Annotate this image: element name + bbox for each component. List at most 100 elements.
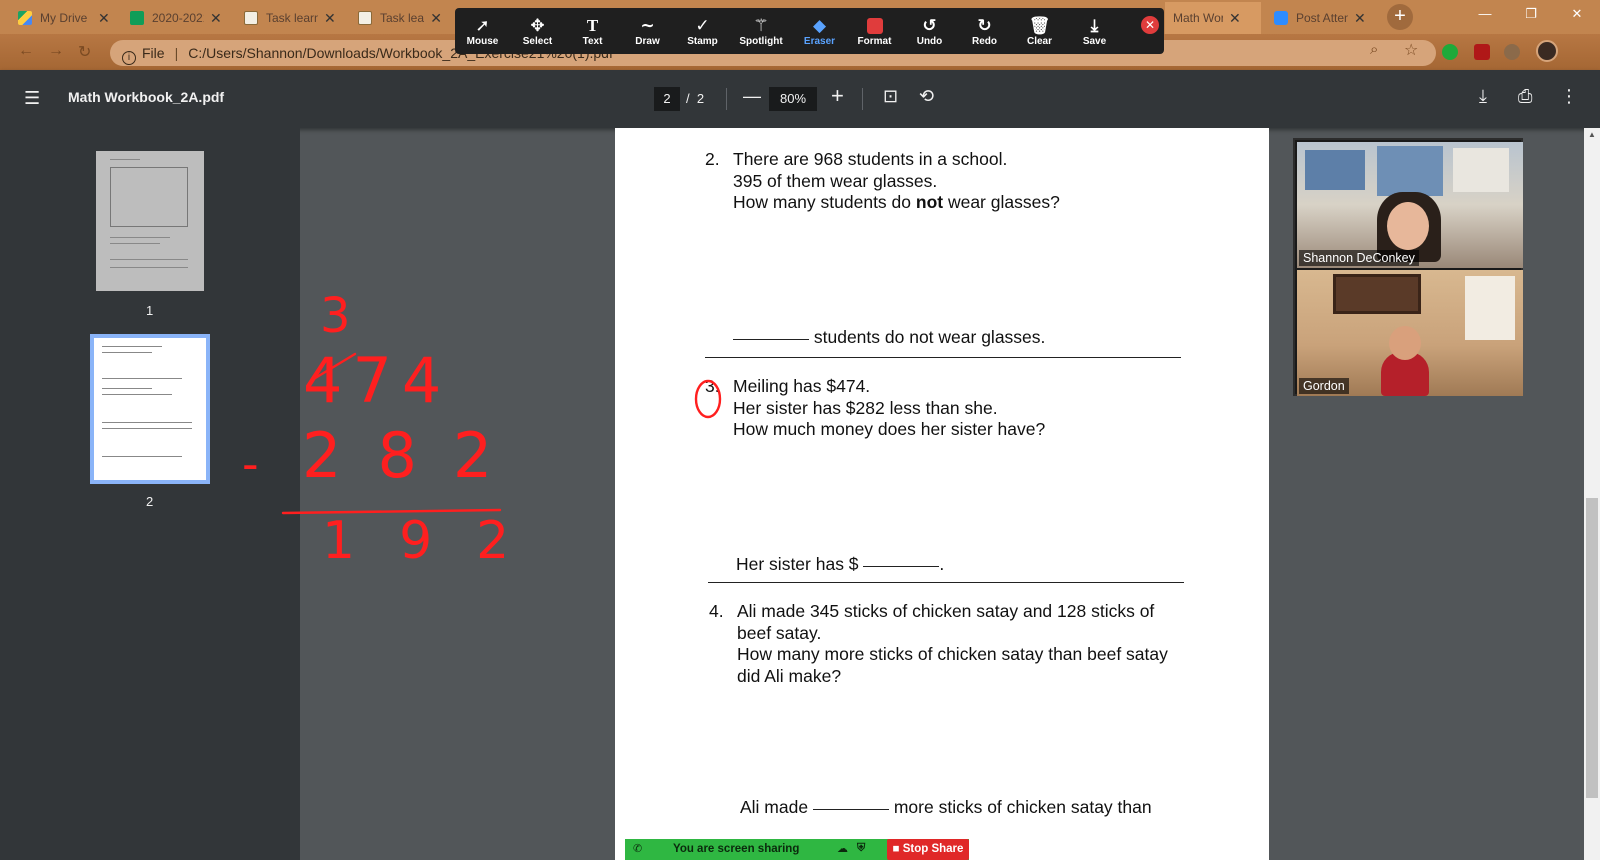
close-annotation-icon[interactable]: ✕ [1141,16,1159,34]
screen-share-bar: ✆ You are screen sharing ☁ ⛨ ■ Stop Shar… [625,839,969,860]
tab-math-workbook[interactable]: Math Workbook ✕ [1165,2,1261,34]
participant-name: Gordon [1299,378,1349,394]
window-blinds [1465,276,1515,340]
redo-icon: ↻ [977,15,992,35]
question-line: Her sister has $282 less than she. [733,397,998,418]
minuend-number: 474 [303,344,451,417]
tab-title: My Drive [40,11,88,25]
tool-stamp[interactable]: ✓ Stamp [675,8,730,54]
download-icon[interactable]: ⤓ [1479,86,1487,107]
back-icon[interactable]: ← [18,42,34,60]
answer-text: more sticks of chicken satay than [893,797,1152,817]
window-close-icon[interactable]: ✕ [1554,0,1600,30]
answer-text: Ali made [740,797,809,817]
tab-2020-2021[interactable]: 2020-2021 ✕ [122,2,234,34]
tool-label: Save [1082,35,1107,47]
tab-task-learning[interactable]: Task learning ✕ [236,2,348,34]
extension-icon[interactable] [1442,44,1458,60]
video-tile-shannon[interactable]: Shannon DeConkey [1297,142,1523,268]
answer-blank[interactable] [733,339,809,340]
thumb-text-line [110,259,188,260]
annotation-toolbar: ➚ Mouse ✥ Select T Text ∼ Draw ✓ Stamp ⚚ Spotl… [455,8,1164,54]
zoom-lens-icon[interactable]: ⌕ [1370,41,1378,58]
answer-blank[interactable] [863,566,940,567]
tool-clear[interactable]: 🗑 Clear [1012,8,1067,54]
fit-page-icon[interactable]: ⊡ [883,86,898,107]
doc-icon [358,11,372,25]
scroll-up-icon[interactable]: ▲ [1588,130,1596,139]
hamburger-menu-icon[interactable]: ☰ [24,88,40,109]
tab-post-attendee[interactable]: Post Attendee ✕ [1266,2,1378,34]
scrollbar-thumb[interactable] [1586,498,1598,798]
stop-share-button[interactable]: ■ Stop Share [887,839,969,860]
thumbnail-sidebar: 1 2 [0,128,300,860]
subtrahend-number: 282 [302,419,528,492]
save-download-icon: ⤓ [1090,15,1099,35]
close-icon[interactable]: ✕ [1229,10,1241,27]
answer-line-3: Her sister has $ . [736,554,944,576]
thumbnail-label-1: 1 [146,303,154,318]
rotate-icon[interactable]: ⟲ [919,86,934,107]
checkmark-icon: ✓ [695,15,710,35]
wall-picture [1333,274,1421,314]
question-line: How much money does her sister have? [733,419,1046,439]
close-icon[interactable]: ✕ [210,10,222,27]
answer-blank[interactable] [812,809,889,810]
question-2: There are 968 students in a school. 395 … [733,149,1060,214]
video-tile-gordon[interactable]: Gordon [1297,270,1523,396]
tool-mouse[interactable]: ➚ Mouse [455,8,510,54]
participant-panel: Shannon DeConkey Gordon [1293,138,1523,396]
reload-icon[interactable]: ↻ [78,42,91,62]
ublock-icon[interactable] [1474,44,1490,60]
tool-select[interactable]: ✥ Select [510,8,565,54]
thumb-text-line [102,422,192,423]
zoom-in-icon[interactable]: + [831,83,844,109]
new-tab-button[interactable]: + [1387,4,1413,30]
tool-eraser[interactable]: ◆ Eraser [792,8,847,54]
share-status: You are screen sharing [673,843,800,855]
page-number-input[interactable]: 2 [654,87,680,111]
tab-task-learning-2[interactable]: Task learning ✕ [350,2,450,34]
close-icon[interactable]: ✕ [1354,10,1366,27]
tool-text[interactable]: T Text [565,8,620,54]
tool-draw[interactable]: ∼ Draw [620,8,675,54]
close-icon[interactable]: ✕ [430,10,442,27]
answer-text: Her sister has $ [736,554,859,574]
undo-icon: ↺ [922,15,937,35]
person-face [1387,202,1429,250]
info-icon[interactable]: i [122,51,136,65]
close-icon[interactable]: ✕ [98,10,110,27]
page-thumbnail-1[interactable] [96,151,204,291]
pdf-title: Math Workbook_2A.pdf [68,89,225,105]
tab-title: Task learning [380,11,425,25]
tool-format[interactable]: Format [847,8,902,54]
zoom-out-icon[interactable]: — [743,86,761,107]
restore-icon[interactable]: ❐ [1508,0,1554,30]
extension-puzzle-icon[interactable] [1504,44,1520,60]
tab-my-drive[interactable]: My Drive ✕ [10,2,122,34]
forward-icon[interactable]: → [48,42,64,60]
tool-label: Mouse [466,35,499,47]
tool-redo[interactable]: ↻ Redo [957,8,1012,54]
tool-undo[interactable]: ↺ Undo [902,8,957,54]
zoom-icon [1274,11,1288,25]
bookmark-star-icon[interactable]: ☆ [1404,40,1418,60]
print-icon[interactable]: ⎙ [1518,86,1532,107]
profile-avatar[interactable] [1536,40,1558,62]
minimize-icon[interactable]: — [1462,0,1508,30]
question-line: Meiling has $474. [733,376,871,396]
page-thumbnail-2[interactable] [90,334,210,484]
divider [862,88,863,110]
tool-spotlight[interactable]: ⚚ Spotlight [730,8,792,54]
question-text: wear glasses? [943,192,1060,212]
vertical-scrollbar[interactable]: ▲ [1584,128,1600,860]
thumb-text-line [102,394,172,395]
zoom-level-input[interactable]: 80% [769,87,817,111]
thumb-text-line [102,346,162,347]
close-icon[interactable]: ✕ [324,10,336,27]
question-line: There are 968 students in a school. [733,149,1008,169]
more-options-icon[interactable]: ⋮ [1560,86,1578,107]
tool-save[interactable]: ⤓ Save [1067,8,1122,54]
sum-underline [281,508,502,515]
cursor-icon: ➚ [475,15,490,35]
